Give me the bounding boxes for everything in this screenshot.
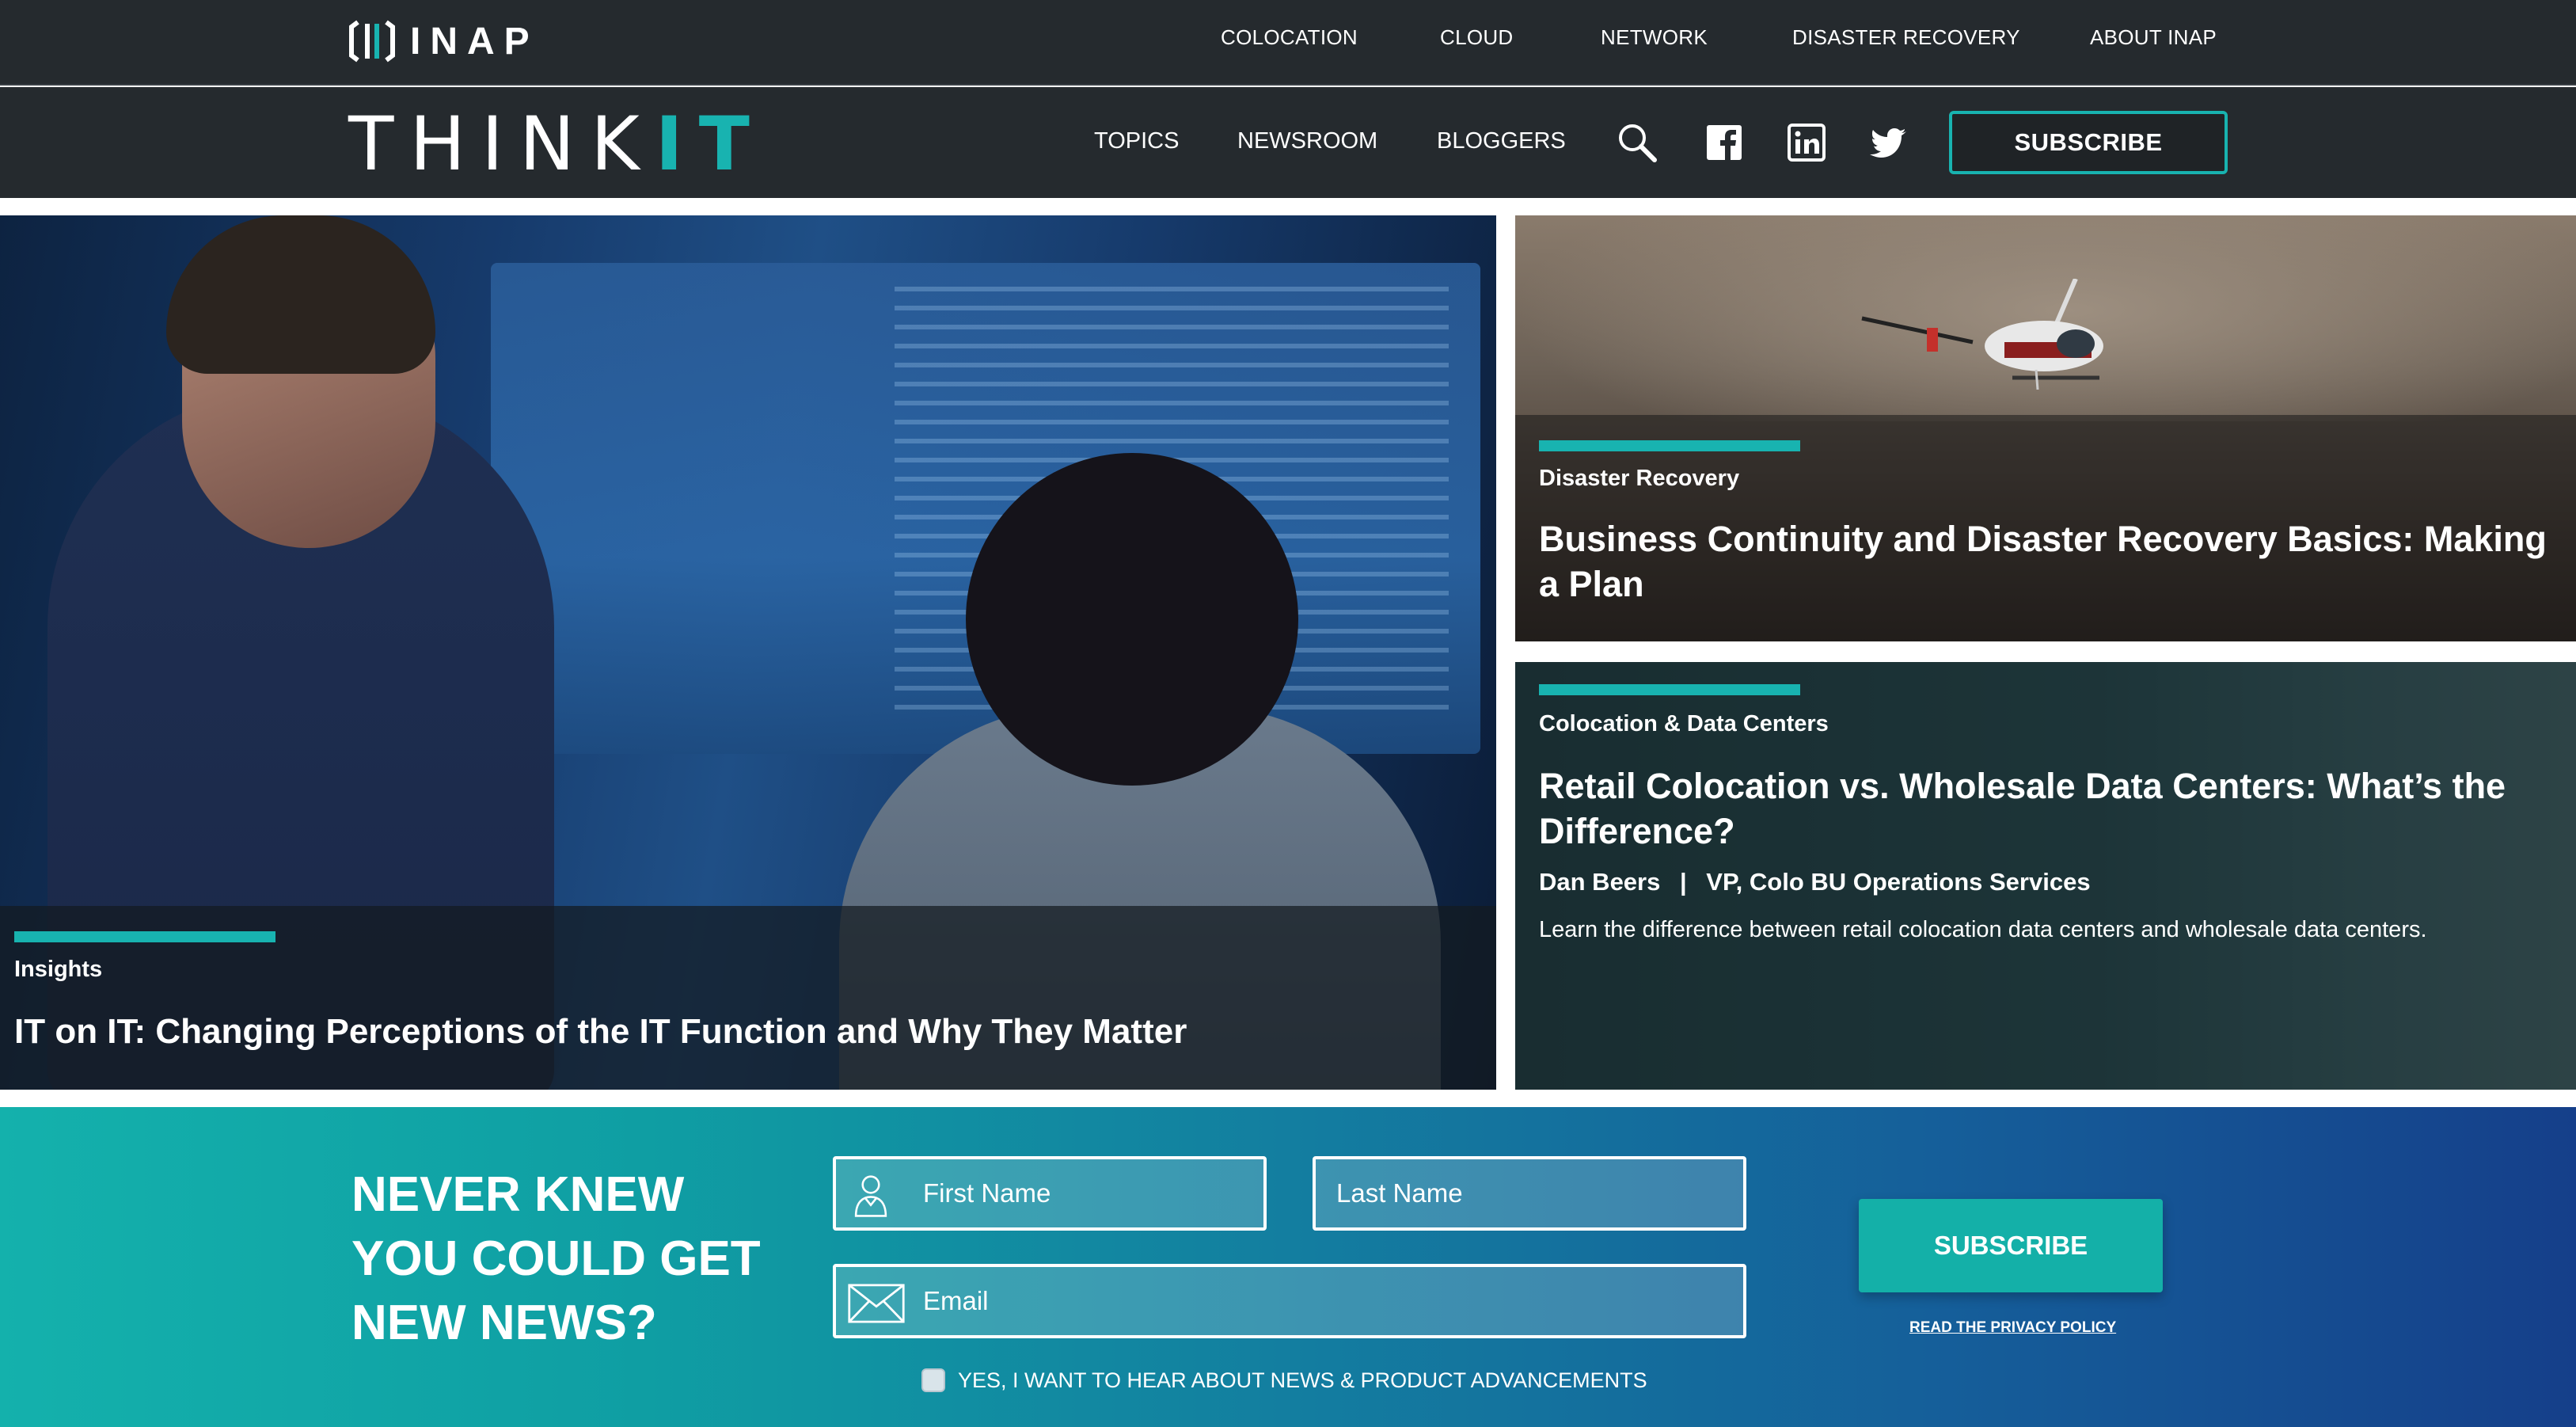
main-nav-bar: THINKIT TOPICS NEWSROOM BLOGGERS SUBSCRI… (0, 87, 2576, 198)
featured-category[interactable]: Insights (14, 957, 102, 983)
search-icon[interactable] (1612, 117, 1662, 168)
consent-label[interactable]: YES, I WANT TO HEAR ABOUT NEWS & PRODUCT… (958, 1368, 1647, 1393)
envelope-icon (848, 1284, 905, 1323)
consent-checkbox[interactable] (921, 1368, 945, 1392)
email-field[interactable]: Email (833, 1264, 1746, 1338)
inap-mark-icon (349, 20, 395, 63)
byline-separator: | (1679, 868, 1687, 896)
top-bar: INAP COLOCATION CLOUD NETWORK DISASTER R… (0, 0, 2576, 86)
card-accent-bar (1539, 684, 1800, 695)
helicopter-image (1861, 279, 2103, 390)
card-category[interactable]: Colocation & Data Centers (1539, 711, 1829, 737)
email-placeholder: Email (923, 1286, 989, 1315)
last-name-placeholder: Last Name (1336, 1178, 1463, 1208)
newsletter-heading: NEVER KNEW YOU COULD GET NEW NEWS? (351, 1167, 761, 1350)
first-name-field[interactable]: First Name (833, 1156, 1267, 1231)
article-excerpt: Learn the difference between retail colo… (1539, 917, 2427, 942)
card-title[interactable]: Retail Colocation vs. Wholesale Data Cen… (1539, 763, 2560, 854)
main-nav-bloggers[interactable]: BLOGGERS (1437, 128, 1566, 154)
newsletter-signup: NEVER KNEW YOU COULD GET NEW NEWS? First… (0, 1107, 2576, 1427)
author-role: VP, Colo BU Operations Services (1706, 868, 2091, 896)
thinkit-logo-think: THINK (348, 101, 655, 188)
top-nav-about-inap[interactable]: ABOUT INAP (2090, 25, 2217, 50)
card-category[interactable]: Disaster Recovery (1539, 466, 1739, 492)
main-nav-newsroom[interactable]: NEWSROOM (1237, 128, 1377, 154)
featured-article[interactable]: Insights IT on IT: Changing Perceptions … (0, 215, 1496, 1090)
last-name-field[interactable]: Last Name (1313, 1156, 1746, 1231)
facebook-icon[interactable] (1699, 117, 1750, 168)
inap-logo[interactable]: INAP (348, 13, 539, 70)
thinkit-logo[interactable]: THINKIT (348, 108, 766, 182)
top-nav-disaster-recovery[interactable]: DISASTER RECOVERY (1792, 25, 2020, 50)
featured-accent-bar (14, 931, 275, 942)
hero-image-head-right (966, 453, 1298, 786)
author-name[interactable]: Dan Beers (1539, 868, 1660, 896)
card-accent-bar (1539, 440, 1800, 451)
hero-image-hair-left (166, 215, 435, 374)
card-title[interactable]: Business Continuity and Disaster Recover… (1539, 516, 2560, 607)
thinkit-logo-it: IT (655, 101, 766, 188)
privacy-policy-link[interactable]: READ THE PRIVACY POLICY (1909, 1319, 2116, 1337)
top-nav-cloud[interactable]: CLOUD (1440, 25, 1514, 50)
article-card-colocation[interactable]: Colocation & Data Centers Retail Colocat… (1515, 662, 2576, 1090)
article-byline: Dan Beers | VP, Colo BU Operations Servi… (1539, 868, 2091, 896)
newsletter-subscribe-button[interactable]: SUBSCRIBE (1859, 1199, 2163, 1292)
twitter-icon[interactable] (1864, 117, 1914, 168)
top-nav-colocation[interactable]: COLOCATION (1221, 25, 1358, 50)
top-nav-network[interactable]: NETWORK (1601, 25, 1708, 50)
user-icon (854, 1175, 887, 1217)
first-name-placeholder: First Name (923, 1178, 1051, 1208)
featured-title[interactable]: IT on IT: Changing Perceptions of the IT… (14, 1009, 1471, 1054)
inap-logo-text: INAP (410, 20, 539, 63)
subscribe-button[interactable]: SUBSCRIBE (1949, 111, 2228, 174)
linkedin-icon[interactable] (1781, 117, 1832, 168)
main-nav-topics[interactable]: TOPICS (1094, 128, 1179, 154)
